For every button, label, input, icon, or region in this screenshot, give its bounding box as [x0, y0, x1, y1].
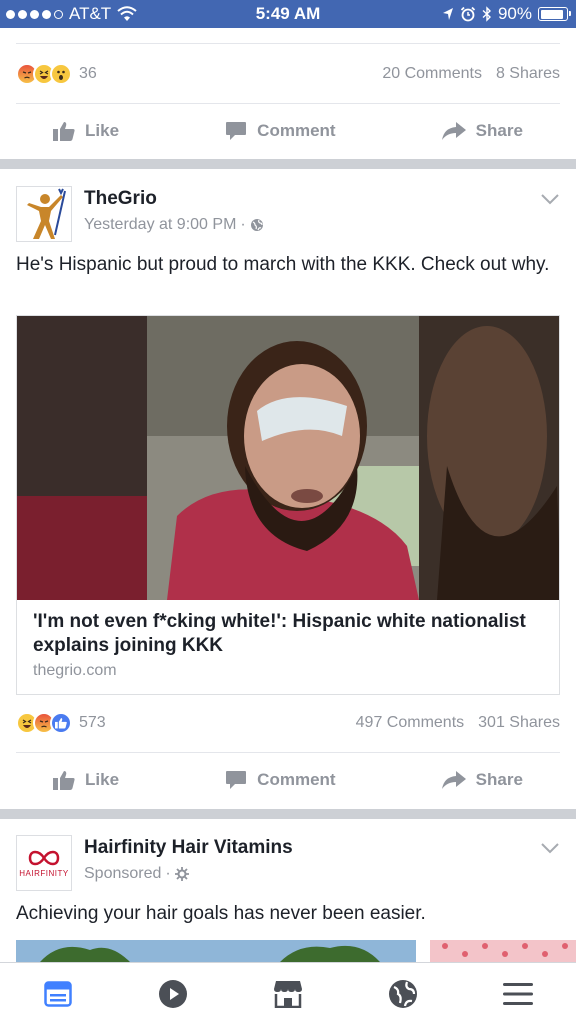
- post-text: Achieving your hair goals has never been…: [16, 903, 426, 924]
- comment-bubble-icon: [226, 122, 247, 140]
- globe-public-icon: [250, 219, 263, 231]
- link-preview-image: [17, 316, 559, 600]
- shares-count-link[interactable]: 301 Shares: [478, 714, 560, 731]
- link-title[interactable]: 'I'm not even f*cking white!': Hispanic …: [33, 610, 543, 658]
- post-text: He's Hispanic but proud to march with th…: [16, 254, 550, 275]
- tab-news-feed[interactable]: [33, 969, 83, 1019]
- post-meta: Sponsored ·: [84, 865, 189, 883]
- share-label: Share: [475, 770, 523, 789]
- reaction-summary[interactable]: 573: [16, 712, 106, 734]
- news-feed-icon: [43, 980, 72, 1007]
- comment-button[interactable]: Comment: [225, 121, 336, 141]
- hairfinity-avatar[interactable]: HAIRFINITY: [16, 835, 72, 891]
- battery-icon: [538, 7, 571, 21]
- reaction-count: 573: [79, 714, 106, 731]
- notifications-globe-icon: [389, 979, 418, 1008]
- shares-count-link[interactable]: 8 Shares: [496, 65, 560, 82]
- post-actions: Like Comment Share: [0, 755, 576, 805]
- feed-separator: [0, 159, 576, 169]
- comments-count-link[interactable]: 20 Comments: [382, 65, 482, 82]
- post-stats: 573 497 Comments 301 Shares: [16, 708, 560, 738]
- status-bar: AT&T 5:49 AM 90%: [0, 0, 576, 28]
- reaction-summary[interactable]: 36: [16, 63, 97, 85]
- thegrio-avatar[interactable]: [16, 186, 72, 242]
- share-label: Share: [475, 121, 523, 140]
- thumbs-up-icon: [53, 122, 75, 141]
- menu-icon: [503, 982, 534, 1005]
- page-name[interactable]: TheGrio: [84, 188, 157, 210]
- chevron-down-icon[interactable]: [540, 841, 560, 855]
- ad-carousel-preview[interactable]: [0, 940, 576, 962]
- marketplace-icon: [273, 980, 302, 1008]
- post-timestamp[interactable]: Yesterday at 9:00 PM: [84, 216, 236, 234]
- reaction-count: 36: [79, 65, 97, 82]
- share-button[interactable]: Share: [441, 121, 523, 141]
- divider: [16, 43, 560, 44]
- divider: [16, 752, 560, 753]
- comment-label: Comment: [257, 121, 336, 140]
- post-header: TheGrio Yesterday at 9:00 PM ·: [16, 186, 560, 246]
- thumbs-up-icon: [53, 771, 75, 790]
- share-arrow-icon: [441, 771, 466, 789]
- location-arrow-icon: [442, 8, 453, 20]
- feed-separator: [0, 809, 576, 819]
- chevron-down-icon[interactable]: [540, 192, 560, 206]
- like-button[interactable]: Like: [53, 121, 119, 141]
- wow-reaction-icon: [50, 63, 72, 85]
- page-name[interactable]: Hairfinity Hair Vitamins: [84, 837, 293, 859]
- battery-percent: 90%: [497, 4, 532, 23]
- post-header: HAIRFINITY Hairfinity Hair Vitamins Spon…: [16, 835, 560, 895]
- share-button[interactable]: Share: [441, 770, 523, 790]
- link-preview-body: 'I'm not even f*cking white!': Hispanic …: [17, 600, 559, 694]
- bluetooth-icon: [482, 6, 491, 22]
- ad-carousel-images: [16, 940, 576, 962]
- alarm-icon: [460, 6, 476, 22]
- tab-menu[interactable]: [493, 969, 543, 1019]
- comment-bubble-icon: [226, 771, 247, 789]
- like-label: Like: [85, 770, 120, 789]
- thegrio-logo: [27, 188, 66, 239]
- previous-post-actions: Like Comment Share: [0, 106, 576, 156]
- previous-post-stats: 36 20 Comments 8 Shares: [16, 59, 560, 89]
- tab-notifications[interactable]: [378, 969, 428, 1019]
- post-meta: Yesterday at 9:00 PM ·: [84, 216, 264, 234]
- comment-button[interactable]: Comment: [225, 770, 336, 790]
- like-reaction-icon: [50, 712, 72, 734]
- link-preview-card[interactable]: 'I'm not even f*cking white!': Hispanic …: [16, 315, 560, 695]
- share-arrow-icon: [441, 122, 466, 140]
- tab-marketplace[interactable]: [263, 969, 313, 1019]
- tab-video[interactable]: [148, 969, 198, 1019]
- hairfinity-logo-text: HAIRFINITY: [19, 868, 69, 878]
- divider: [16, 103, 560, 104]
- article-photo: [17, 316, 559, 600]
- comment-label: Comment: [257, 770, 336, 789]
- like-button[interactable]: Like: [53, 770, 119, 790]
- video-icon: [158, 979, 187, 1008]
- meta-separator: ·: [240, 216, 246, 233]
- comments-count-link[interactable]: 497 Comments: [356, 714, 465, 731]
- link-domain: thegrio.com: [33, 662, 117, 679]
- bottom-tab-bar: [0, 962, 576, 1024]
- sponsored-label[interactable]: Sponsored: [84, 865, 161, 883]
- like-label: Like: [85, 121, 120, 140]
- meta-separator: ·: [165, 865, 171, 882]
- gear-icon: [174, 867, 189, 881]
- hairfinity-logo-mark: [28, 850, 60, 865]
